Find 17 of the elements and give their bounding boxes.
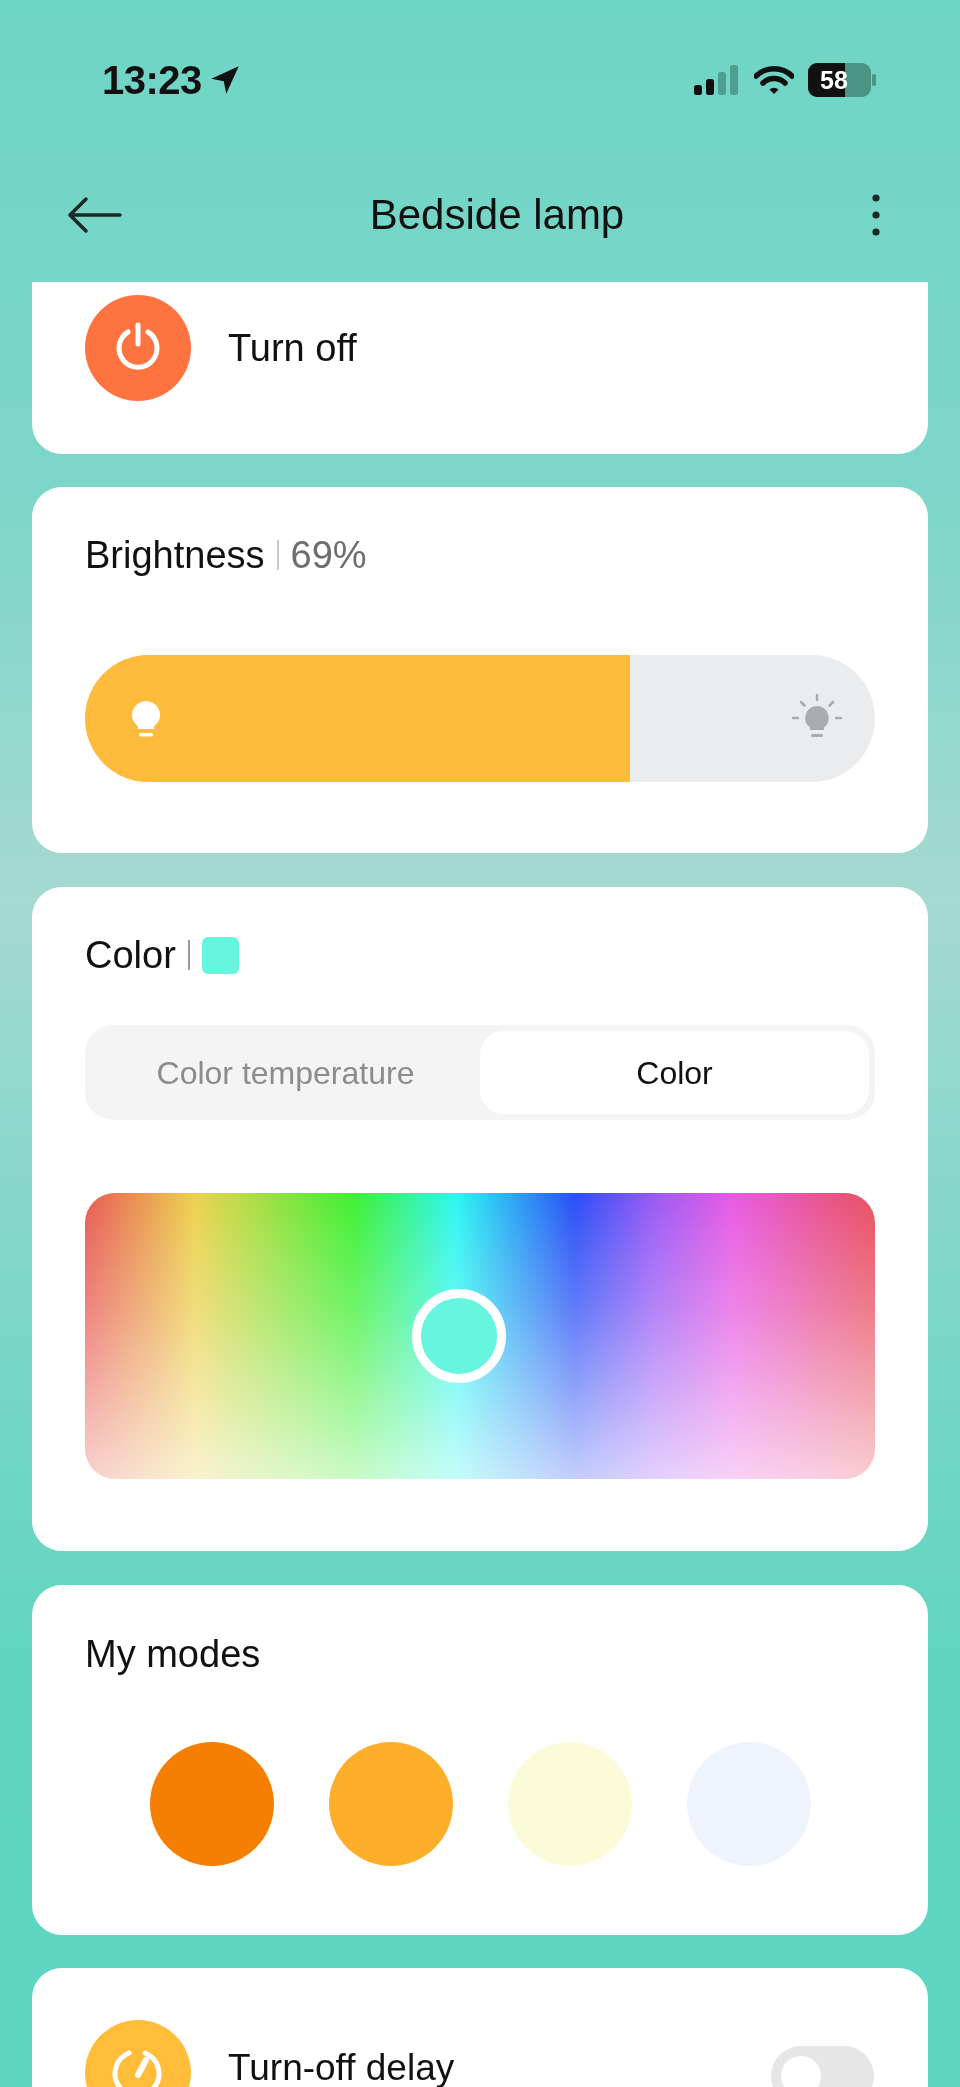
color-title: Color	[85, 936, 176, 974]
brightness-title: Brightness	[85, 536, 265, 574]
brightness-reading: 69%	[290, 536, 367, 574]
page-title: Bedside lamp	[369, 194, 625, 236]
status-time: 13:23	[102, 60, 202, 100]
back-button[interactable]	[66, 196, 122, 234]
signal-icon	[694, 65, 740, 95]
kebab-menu-icon	[872, 194, 880, 236]
modes-title: My modes	[85, 1635, 261, 1673]
more-button[interactable]	[872, 194, 880, 236]
wifi-icon	[754, 65, 794, 95]
back-arrow-icon	[66, 196, 122, 234]
location-arrow-icon	[209, 65, 240, 95]
color-gradient-picker[interactable]	[85, 1193, 875, 1479]
tab[interactable]: Color	[480, 1031, 869, 1114]
lightbulb-icon	[132, 701, 160, 738]
power-label: Turn off	[228, 329, 357, 367]
